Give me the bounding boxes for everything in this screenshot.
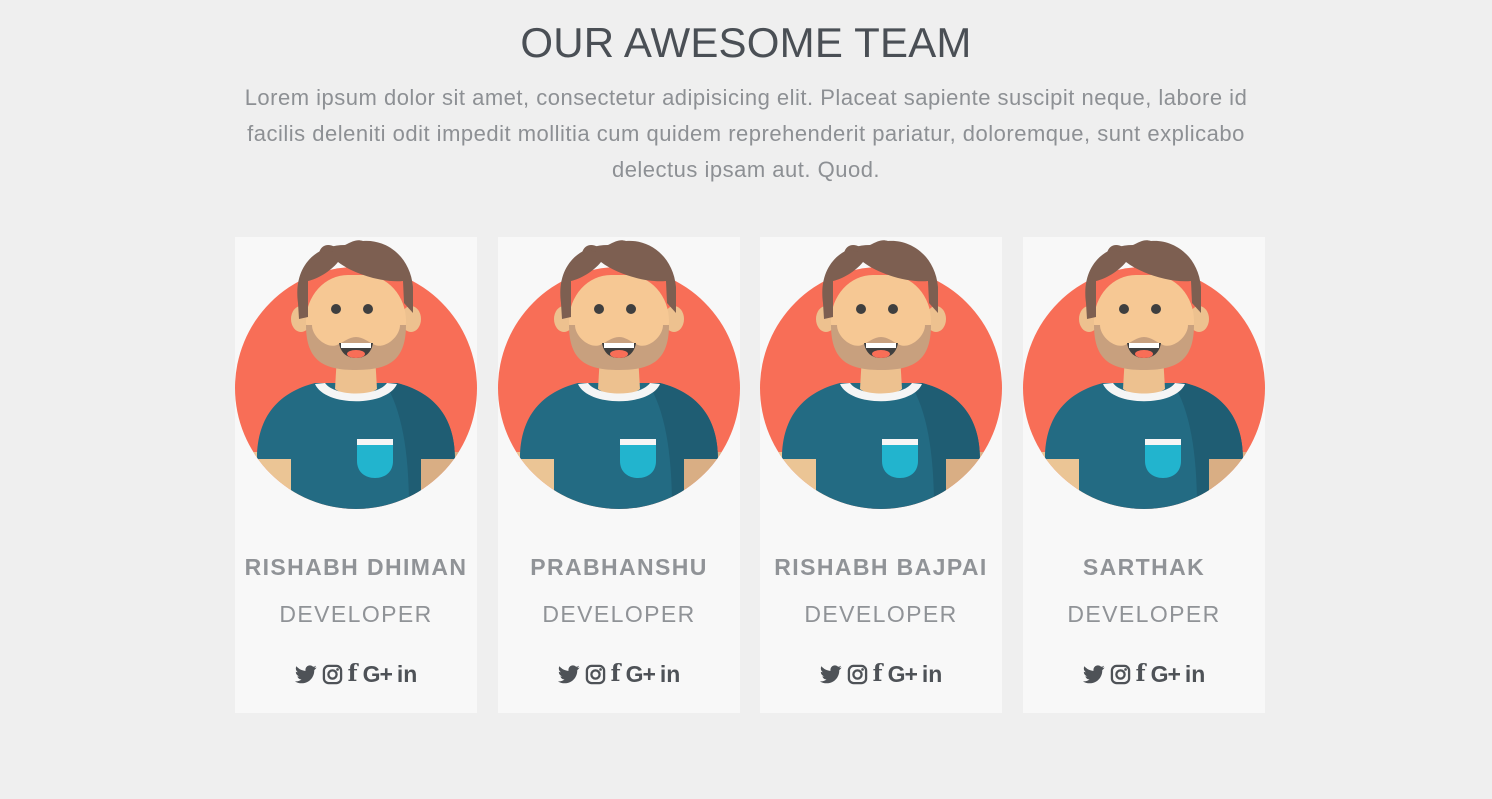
- social-links: f G+ in: [1023, 661, 1265, 687]
- social-links: f G+ in: [498, 661, 740, 687]
- google-plus-glyph: G+: [362, 661, 393, 687]
- page-title: OUR AWESOME TEAM: [520, 19, 972, 66]
- google-plus-icon[interactable]: G+: [625, 661, 656, 687]
- facebook-glyph: f: [1135, 660, 1146, 687]
- linkedin-glyph: in: [1184, 661, 1206, 687]
- facebook-icon[interactable]: f: [873, 661, 883, 687]
- facebook-glyph: f: [347, 660, 358, 687]
- member-avatar: [235, 237, 477, 509]
- twitter-icon[interactable]: [557, 661, 580, 687]
- team-cards: RISHABH DHIMAN DEVELOPER f G+ in PRABHAN…: [235, 237, 1265, 713]
- member-avatar: [760, 237, 1002, 509]
- member-role: DEVELOPER: [1067, 601, 1221, 627]
- linkedin-icon[interactable]: in: [922, 661, 942, 687]
- twitter-icon[interactable]: [294, 661, 317, 687]
- social-links: f G+ in: [760, 661, 1002, 687]
- team-card: PRABHANSHU DEVELOPER f G+ in: [498, 237, 740, 713]
- member-avatar: [498, 237, 740, 509]
- member-name: SARTHAK: [1082, 554, 1206, 580]
- google-plus-glyph: G+: [625, 661, 656, 687]
- twitter-icon[interactable]: [1082, 661, 1105, 687]
- linkedin-glyph: in: [396, 661, 418, 687]
- instagram-icon[interactable]: [585, 661, 606, 687]
- linkedin-glyph: in: [659, 661, 681, 687]
- facebook-glyph: f: [872, 660, 883, 687]
- instagram-icon[interactable]: [1110, 661, 1131, 687]
- google-plus-glyph: G+: [887, 661, 918, 687]
- member-role: DEVELOPER: [279, 601, 433, 627]
- facebook-icon[interactable]: f: [1136, 661, 1146, 687]
- team-header: OUR AWESOME TEAM Lorem ipsum dolor sit a…: [0, 18, 1492, 188]
- member-role: DEVELOPER: [542, 601, 696, 627]
- team-card: RISHABH DHIMAN DEVELOPER f G+ in: [235, 237, 477, 713]
- linkedin-icon[interactable]: in: [1185, 661, 1205, 687]
- google-plus-icon[interactable]: G+: [887, 661, 918, 687]
- page-intro: Lorem ipsum dolor sit amet, consectetur …: [244, 85, 1248, 182]
- instagram-icon[interactable]: [847, 661, 868, 687]
- linkedin-glyph: in: [921, 661, 943, 687]
- instagram-icon[interactable]: [322, 661, 343, 687]
- member-name: PRABHANSHU: [530, 554, 708, 580]
- team-card: SARTHAK DEVELOPER f G+ in: [1023, 237, 1265, 713]
- team-card: RISHABH BAJPAI DEVELOPER f G+ in: [760, 237, 1002, 713]
- twitter-icon[interactable]: [819, 661, 842, 687]
- facebook-icon[interactable]: f: [348, 661, 358, 687]
- facebook-icon[interactable]: f: [611, 661, 621, 687]
- member-name: RISHABH BAJPAI: [774, 554, 988, 580]
- linkedin-icon[interactable]: in: [660, 661, 680, 687]
- google-plus-icon[interactable]: G+: [362, 661, 393, 687]
- google-plus-glyph: G+: [1150, 661, 1181, 687]
- member-name: RISHABH DHIMAN: [244, 554, 468, 580]
- member-role: DEVELOPER: [804, 601, 958, 627]
- google-plus-icon[interactable]: G+: [1150, 661, 1181, 687]
- linkedin-icon[interactable]: in: [397, 661, 417, 687]
- member-avatar: [1023, 237, 1265, 509]
- social-links: f G+ in: [235, 661, 477, 687]
- facebook-glyph: f: [610, 660, 621, 687]
